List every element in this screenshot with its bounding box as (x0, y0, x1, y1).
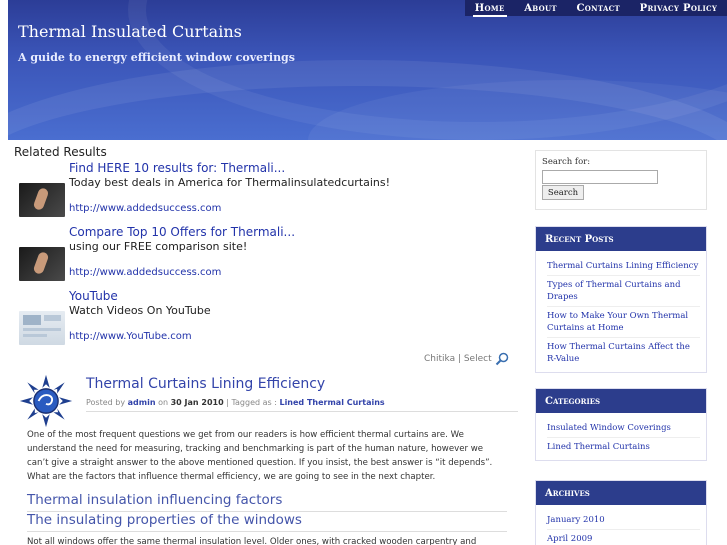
chitika-label: Chitika | Select (424, 354, 492, 364)
ad-url-link[interactable]: http://www.YouTube.com (69, 331, 192, 342)
nav-about[interactable]: About (522, 3, 559, 14)
nav-home[interactable]: Home (472, 3, 507, 17)
post-date: 30 Jan 2010 (170, 398, 224, 407)
post-subheading: Thermal insulation influencing factors (27, 492, 283, 508)
category-link[interactable]: Lined Thermal Curtains (547, 438, 700, 456)
meta-label: on (158, 398, 169, 407)
ad-item: YouTube Watch Videos On YouTube http://w… (14, 289, 520, 353)
ad-title-link[interactable]: Find HERE 10 results for: Thermali... (69, 161, 285, 175)
post-meta: Posted by admin on 30 Jan 2010 | Tagged … (86, 398, 518, 412)
ad-item: Find HERE 10 results for: Thermali... To… (14, 161, 520, 225)
ad-url-link[interactable]: http://www.addedsuccess.com (69, 203, 221, 214)
archives-widget: Archives January 2010 April 2009 (535, 480, 707, 545)
recent-post-link[interactable]: Types of Thermal Curtains and Drapes (547, 276, 700, 307)
post-subheading: The insulating properties of the windows (27, 512, 302, 528)
category-link[interactable]: Insulated Window Coverings (547, 419, 700, 438)
recent-post-link[interactable]: How Thermal Curtains Affect the R-Value (547, 338, 700, 368)
ad-title-link[interactable]: Compare Top 10 Offers for Thermali... (69, 225, 295, 239)
search-label: Search for: (542, 157, 591, 167)
post-paragraph: Not all windows offer the same thermal i… (27, 537, 477, 545)
tag-link[interactable]: Lined Thermal Curtains (279, 398, 384, 407)
search-button[interactable]: Search (542, 185, 584, 200)
nav-privacy-policy[interactable]: Privacy Policy (638, 3, 720, 14)
meta-label: Posted by (86, 398, 126, 407)
ad-description: Today best deals in America for Thermali… (69, 176, 391, 189)
chitika-select[interactable]: Chitika | Select (424, 352, 509, 366)
recent-posts-title: Recent Posts (536, 227, 706, 251)
categories-widget: Categories Insulated Window Coverings Li… (535, 388, 707, 461)
magnifier-icon (495, 352, 508, 366)
archives-title: Archives (536, 481, 706, 505)
sun-swirl-icon (19, 374, 73, 428)
related-results-title: Related Results (14, 145, 107, 159)
main-content: Related Results Find HERE 10 results for… (14, 145, 520, 545)
recent-posts-widget: Recent Posts Thermal Curtains Lining Eff… (535, 226, 707, 373)
recent-post-link[interactable]: How to Make Your Own Thermal Curtains at… (547, 307, 700, 338)
archive-link[interactable]: January 2010 (547, 511, 700, 530)
meta-label: | Tagged as : (226, 398, 277, 407)
youtube-thumbnail-icon[interactable] (19, 311, 65, 345)
author-link[interactable]: admin (128, 398, 156, 407)
ad-item: Compare Top 10 Offers for Thermali... us… (14, 225, 520, 289)
finger-touch-icon[interactable] (19, 247, 65, 281)
categories-title: Categories (536, 389, 706, 413)
archive-link[interactable]: April 2009 (547, 530, 700, 545)
finger-touch-icon[interactable] (19, 183, 65, 217)
search-widget: Search for: Search (535, 150, 707, 210)
recent-post-link[interactable]: Thermal Curtains Lining Efficiency (547, 257, 700, 276)
site-header: Thermal Insulated Curtains A guide to en… (8, 0, 727, 140)
ad-description: using our FREE comparison site! (69, 240, 248, 253)
nav-contact[interactable]: Contact (574, 3, 622, 14)
ad-description: Watch Videos On YouTube (69, 304, 211, 317)
top-navigation: Home About Contact Privacy Policy (465, 0, 727, 17)
ad-url-link[interactable]: http://www.addedsuccess.com (69, 267, 221, 278)
post-paragraph: One of the most frequent questions we ge… (27, 430, 493, 482)
ad-title-link[interactable]: YouTube (69, 289, 118, 303)
search-input[interactable] (542, 170, 658, 184)
site-tagline: A guide to energy efficient window cover… (18, 51, 295, 64)
divider (27, 531, 507, 532)
site-title[interactable]: Thermal Insulated Curtains (18, 22, 242, 41)
post-title-link[interactable]: Thermal Curtains Lining Efficiency (86, 376, 325, 392)
